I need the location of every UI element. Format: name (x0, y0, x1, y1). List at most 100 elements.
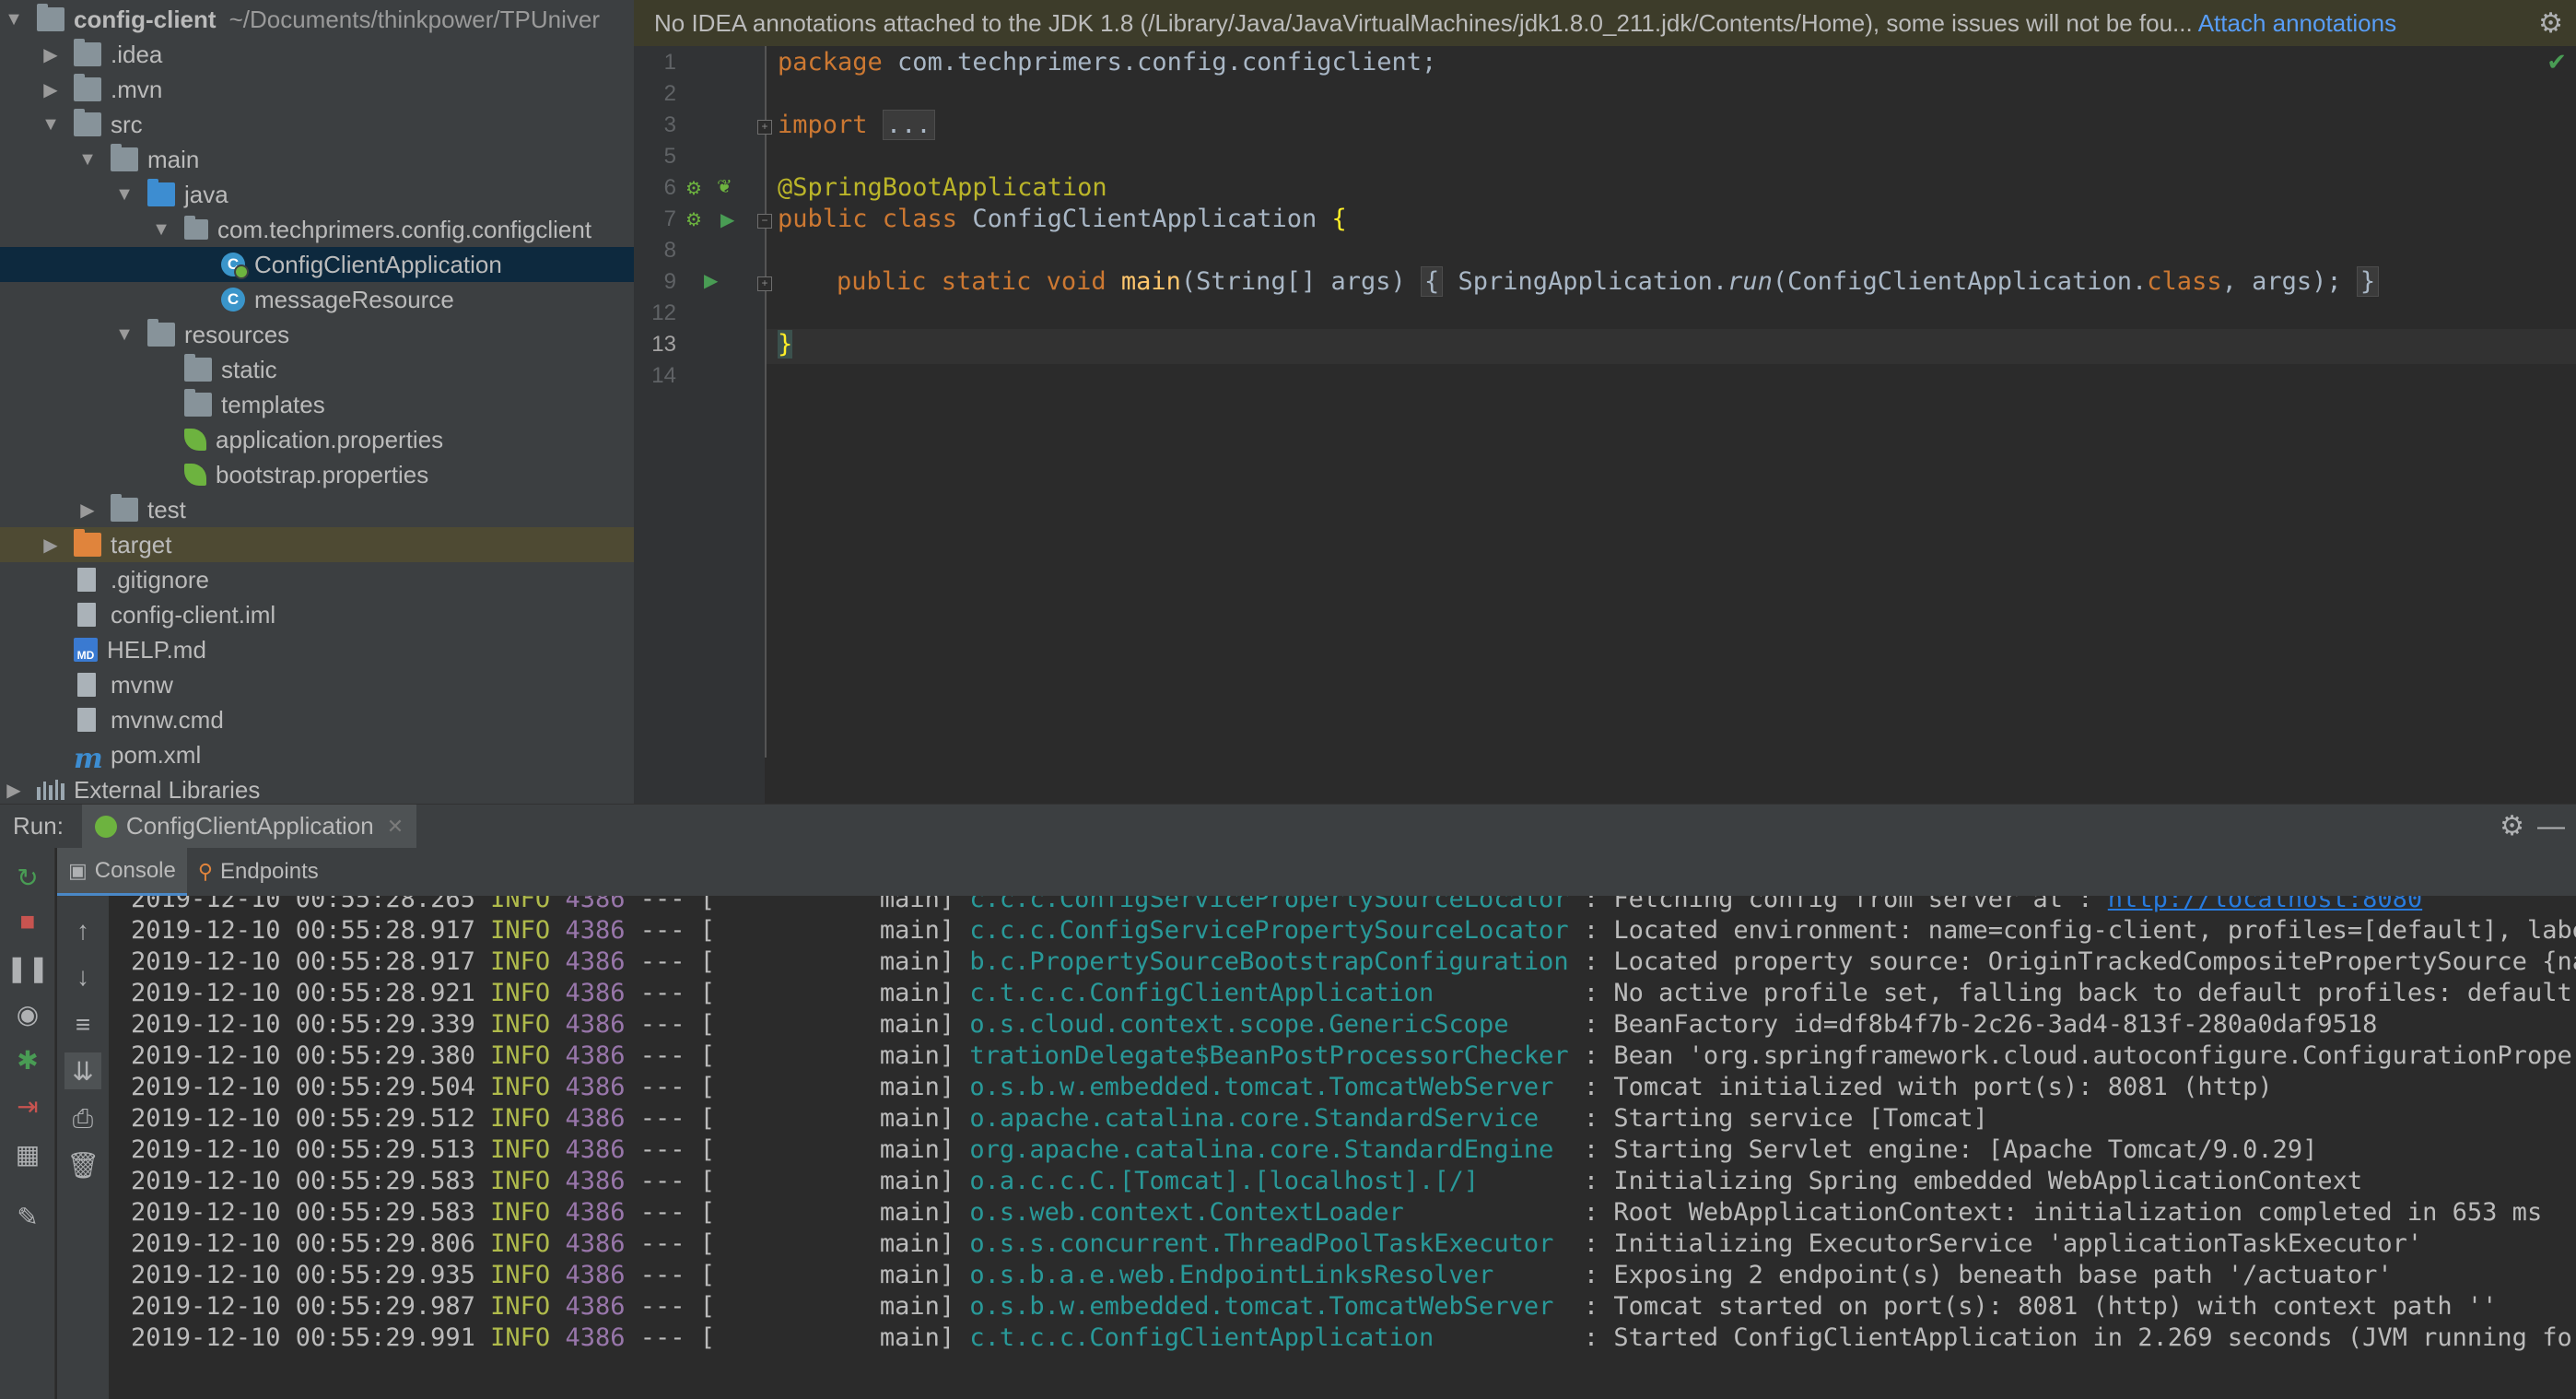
attach-annotations-link[interactable]: Attach annotations (2198, 9, 2396, 38)
tree-item[interactable]: ▶CmessageResource (0, 282, 634, 317)
pause-icon[interactable]: ❚❚ (6, 949, 50, 986)
log-separator: --- [ (639, 1323, 716, 1352)
code-editor[interactable]: No IDEA annotations attached to the JDK … (634, 0, 2576, 804)
spring-bean-icon[interactable]: ⚙ (685, 177, 702, 200)
log-level: INFO (490, 1010, 551, 1039)
log-level: INFO (490, 1073, 551, 1101)
debug-icon[interactable]: ✱ (9, 1041, 46, 1078)
chevron-down-icon[interactable]: ▼ (114, 184, 135, 205)
fold-icon[interactable]: + (757, 120, 772, 135)
log-message: : No active profile set, falling back to… (1568, 979, 2572, 1007)
tree-item[interactable]: ▶config-client.iml (0, 597, 634, 632)
pin-icon[interactable]: ✎ (9, 1198, 46, 1235)
tree-item[interactable]: ▶static (0, 352, 634, 387)
log-thread: main] (715, 1323, 955, 1352)
log-link[interactable]: http://localhost:8080 (2108, 896, 2422, 913)
print-icon[interactable]: ⎙ (64, 1100, 101, 1137)
log-pid: 4386 (565, 1104, 626, 1133)
tree-item[interactable]: ▶templates (0, 387, 634, 422)
camera-icon[interactable]: ◉ (9, 995, 46, 1032)
gear-icon[interactable]: ⚙ (2538, 7, 2563, 40)
code-line-9[interactable]: public static void main(String[] args) {… (837, 266, 2380, 297)
tree-item[interactable]: ▶MDHELP.md (0, 632, 634, 667)
log-pid: 4386 (565, 1167, 626, 1195)
tree-item[interactable]: ▶application.properties (0, 422, 634, 457)
tree-item[interactable]: ▶mvnw.cmd (0, 702, 634, 737)
chevron-right-icon[interactable]: ▶ (41, 535, 61, 556)
tree-item[interactable]: ▶ .mvn (0, 72, 634, 107)
fold-icon[interactable]: − (757, 214, 772, 229)
tree-item[interactable]: ▶mpom.xml (0, 737, 634, 776)
chevron-right-icon[interactable]: ▶ (77, 500, 98, 521)
log-pid: 4386 (565, 1010, 626, 1039)
chevron-down-icon[interactable]: ▼ (77, 149, 98, 170)
chevron-down-icon[interactable]: ▼ (151, 219, 171, 240)
line-number: 8 (663, 238, 676, 263)
fold-icon[interactable]: + (757, 276, 772, 291)
down-arrow-icon[interactable]: ↓ (64, 958, 101, 995)
minimize-icon[interactable]: — (2537, 811, 2565, 842)
scroll-to-end-icon[interactable]: ⇊ (64, 1052, 101, 1089)
chevron-right-icon[interactable]: ▶ (4, 780, 24, 801)
exit-icon[interactable]: ⇥ (9, 1087, 46, 1124)
tab-endpoints[interactable]: ⚲ Endpoints (187, 848, 330, 896)
tree-item[interactable]: ▶ target (0, 527, 634, 562)
tree-item[interactable]: ▼ main (0, 142, 634, 177)
tab-console[interactable]: ▣ Console (57, 848, 187, 896)
console-output[interactable]: 2019-12-10 00:55:28.265 INFO 4386 --- [ … (109, 896, 2576, 1399)
tree-item-label: resources (184, 320, 290, 348)
spring-leaf-icon[interactable]: ❦ (717, 175, 732, 198)
annotation: @SpringBootApplication (778, 173, 1107, 202)
rerun-icon[interactable]: ↻ (9, 859, 46, 896)
tree-item[interactable]: ▼ src (0, 107, 634, 142)
chevron-down-icon[interactable]: ▼ (114, 324, 135, 345)
tree-item[interactable]: ▼ com.techprimers.config.configclient (0, 212, 634, 247)
file-icon (77, 673, 96, 697)
log-timestamp: 2019-12-10 00:55:28.917 (131, 916, 475, 945)
code-line-1[interactable]: package com.techprimers.config.configcli… (778, 48, 1436, 76)
file-icon (77, 603, 96, 627)
tree-item-label: config-client.iml (111, 600, 276, 629)
run-icon[interactable]: ▶ (704, 269, 718, 292)
tree-item-label: mvnw (111, 670, 173, 699)
folded-imports[interactable]: ... (882, 110, 935, 140)
tree-item[interactable]: ▼ java (0, 177, 634, 212)
tree-item[interactable]: ▶.gitignore (0, 562, 634, 597)
tree-root[interactable]: ▼ config-client ~/Documents/thinkpower/T… (0, 2, 634, 37)
layout-icon[interactable]: ▦ (9, 1135, 46, 1172)
code-line-13[interactable]: } (778, 330, 793, 359)
annotations-banner: No IDEA annotations attached to the JDK … (634, 0, 2576, 46)
log-logger: c.c.c.ConfigServicePropertySourceLocator (969, 916, 1569, 945)
code-line-7[interactable]: public class ConfigClientApplication { (778, 205, 1347, 233)
tree-item[interactable]: ▶ test (0, 492, 634, 527)
log-thread: main] (715, 1041, 955, 1070)
code-line-6[interactable]: @SpringBootApplication (778, 173, 1107, 202)
up-arrow-icon[interactable]: ↑ (64, 912, 101, 949)
log-logger: o.a.c.c.C.[Tomcat].[localhost].[/] (969, 1167, 1569, 1195)
tree-item[interactable]: ▶mvnw (0, 667, 634, 702)
log-timestamp: 2019-12-10 00:55:29.583 (131, 1198, 475, 1227)
close-icon[interactable]: ✕ (387, 815, 404, 839)
gear-icon[interactable]: ⚙ (2500, 810, 2524, 842)
chevron-down-icon[interactable]: ▼ (41, 114, 61, 135)
tree-item-label: ConfigClientApplication (254, 250, 502, 278)
chevron-right-icon[interactable]: ▶ (41, 44, 61, 65)
log-logger: o.apache.catalina.core.StandardService (969, 1104, 1569, 1133)
tree-item[interactable]: ▶CConfigClientApplication (0, 247, 634, 282)
tree-item-label: com.techprimers.config.configclient (217, 215, 592, 243)
spring-bean-icon[interactable]: ⚙ (685, 208, 702, 231)
run-config-tab[interactable]: ConfigClientApplication ✕ (81, 804, 417, 849)
chevron-right-icon[interactable]: ▶ (41, 79, 61, 100)
code-line-3[interactable]: import ... (778, 110, 935, 140)
soft-wrap-icon[interactable]: ≡ (64, 1006, 101, 1043)
chevron-down-icon[interactable]: ▼ (4, 9, 24, 29)
log-level: INFO (490, 1104, 551, 1133)
run-icon[interactable]: ▶ (720, 208, 734, 231)
tree-item[interactable]: ▼ resources (0, 317, 634, 352)
trash-icon[interactable]: 🗑 (64, 1146, 101, 1183)
tree-item[interactable]: ▶bootstrap.properties (0, 457, 634, 492)
tree-item[interactable]: ▶ External Libraries (0, 772, 634, 804)
resources-folder-icon (147, 319, 175, 347)
stop-icon[interactable]: ■ (9, 903, 46, 940)
tree-item[interactable]: ▶ .idea (0, 37, 634, 72)
